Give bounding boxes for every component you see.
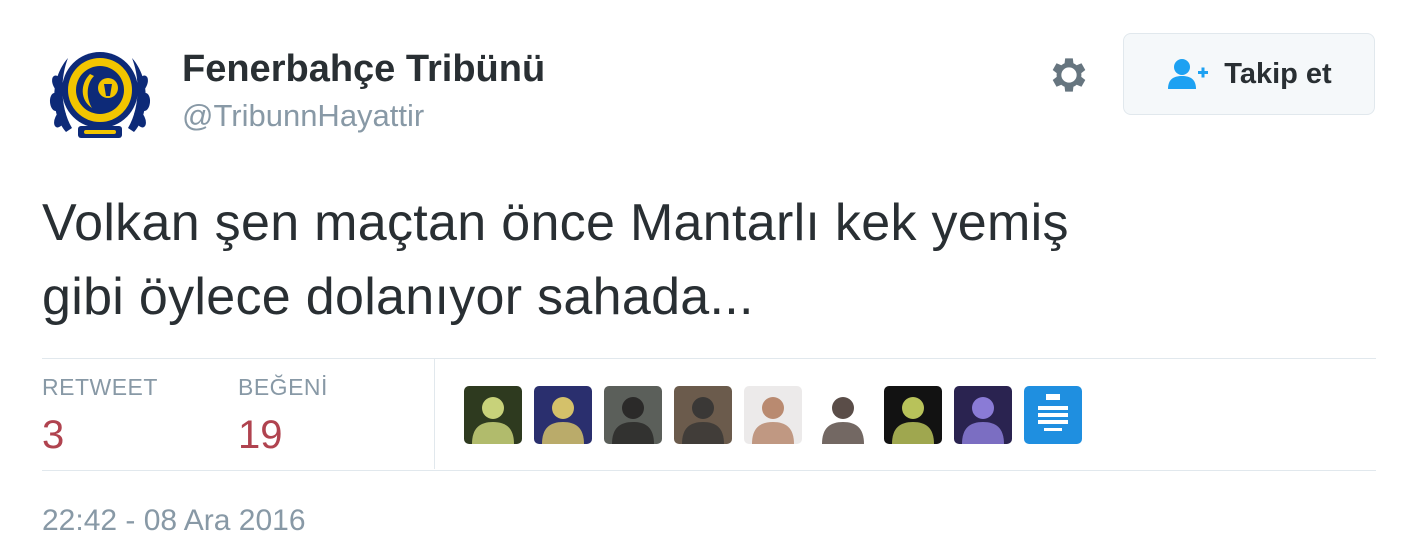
liker-avatar-icon	[464, 386, 522, 444]
like-stat[interactable]: BEĞENİ 19	[238, 374, 328, 458]
liker-avatar-icon	[534, 386, 592, 444]
avatar[interactable]	[46, 44, 154, 144]
settings-button[interactable]	[1046, 52, 1092, 98]
keep-calm-avatar-icon	[1024, 386, 1082, 444]
retweet-label: RETWEET	[42, 374, 158, 400]
retweet-count: 3	[42, 413, 65, 457]
liker-avatar-icon	[954, 386, 1012, 444]
liker-avatar[interactable]	[884, 386, 942, 444]
liker-avatar[interactable]	[1024, 386, 1082, 444]
divider	[42, 470, 1376, 471]
retweet-stat[interactable]: RETWEET 3	[42, 374, 158, 458]
like-count: 19	[238, 413, 283, 457]
liker-avatar-icon	[744, 386, 802, 444]
stats-separator	[434, 359, 435, 469]
liker-avatar[interactable]	[954, 386, 1012, 444]
follow-label: Takip et	[1224, 57, 1332, 90]
like-label: BEĞENİ	[238, 374, 328, 400]
liker-avatar[interactable]	[814, 386, 872, 444]
liker-avatar-icon	[674, 386, 732, 444]
tweet-text-line: Volkan şen maçtan önce Mantarlı kek yemi…	[42, 194, 1069, 252]
fenerbahce-crest-icon	[49, 52, 151, 138]
liker-avatar[interactable]	[534, 386, 592, 444]
liker-avatar[interactable]	[604, 386, 662, 444]
liker-avatar-icon	[604, 386, 662, 444]
divider	[42, 358, 1376, 359]
tweet-timestamp[interactable]: 22:42 - 08 Ara 2016	[42, 504, 306, 538]
tweet-text-line: gibi öylece dolanıyor sahada...	[42, 268, 754, 326]
tweet-card: Fenerbahçe Tribünü @TribunnHayattir Taki…	[0, 0, 1410, 555]
gear-icon	[1052, 58, 1086, 92]
follow-button[interactable]: Takip et	[1123, 33, 1375, 115]
liker-avatar-icon	[884, 386, 942, 444]
liker-avatar[interactable]	[464, 386, 522, 444]
user-handle[interactable]: @TribunnHayattir	[182, 98, 424, 134]
tweet-text: Volkan şen maçtan önce Mantarlı kek yemi…	[42, 186, 1362, 334]
add-user-icon	[1168, 59, 1209, 89]
liker-avatar-icon	[814, 386, 872, 444]
liker-avatar[interactable]	[674, 386, 732, 444]
liker-avatars	[464, 386, 1082, 444]
liker-avatar[interactable]	[744, 386, 802, 444]
user-name[interactable]: Fenerbahçe Tribünü	[182, 48, 545, 91]
